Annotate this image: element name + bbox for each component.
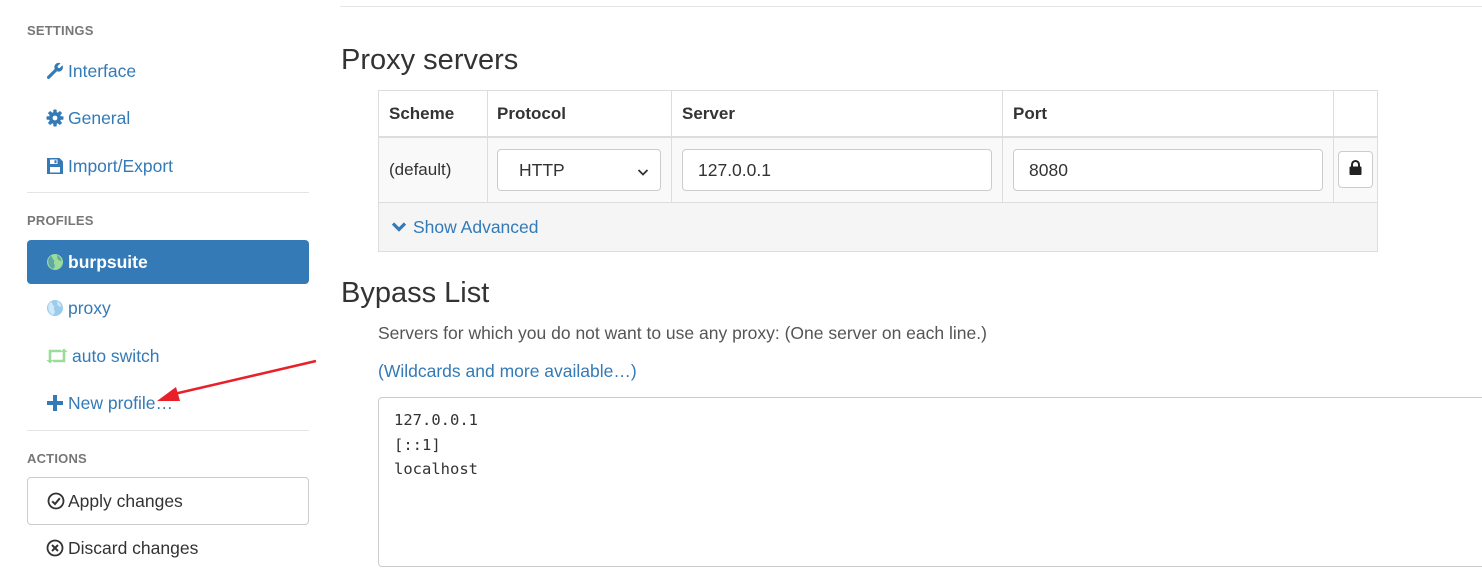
new-profile-button[interactable]: New profile… bbox=[27, 381, 309, 425]
sidebar-divider bbox=[27, 430, 309, 431]
sidebar-item-import-export[interactable]: Import/Export bbox=[27, 144, 309, 188]
plus-icon bbox=[45, 393, 65, 413]
lock-icon bbox=[1349, 159, 1362, 180]
sidebar-item-label: proxy bbox=[68, 297, 111, 318]
protocol-select-value: HTTP bbox=[519, 159, 565, 180]
sidebar-item-interface[interactable]: Interface bbox=[27, 49, 309, 93]
sidebar-item-burpsuite[interactable]: burpsuite bbox=[27, 240, 309, 284]
bypass-description: Servers for which you do not want to use… bbox=[378, 323, 987, 343]
apply-changes-label: Apply changes bbox=[68, 490, 183, 511]
bypass-line: [::1] bbox=[394, 435, 441, 454]
sidebar-item-label: General bbox=[68, 107, 131, 128]
column-divider bbox=[487, 91, 488, 203]
sidebar-item-proxy[interactable]: proxy bbox=[27, 286, 309, 330]
globe-icon bbox=[45, 252, 65, 272]
discard-changes-button[interactable]: Discard changes bbox=[27, 526, 309, 570]
globe-icon bbox=[45, 298, 65, 318]
column-header-port: Port bbox=[1013, 104, 1047, 123]
apply-changes-button[interactable]: Apply changes bbox=[27, 477, 309, 525]
check-circle-icon bbox=[46, 491, 66, 511]
sidebar: SETTINGS Interface General Import/Export… bbox=[0, 0, 330, 558]
protocol-select[interactable]: HTTP bbox=[497, 149, 661, 191]
settings-heading: SETTINGS bbox=[27, 23, 94, 38]
bypass-line: 127.0.0.1 bbox=[394, 411, 478, 429]
retweet-icon bbox=[45, 346, 69, 366]
chevron-down-icon bbox=[391, 220, 407, 234]
wildcards-link[interactable]: (Wildcards and more available…) bbox=[378, 361, 637, 382]
sidebar-item-auto-switch[interactable]: auto switch bbox=[27, 334, 309, 378]
sidebar-item-label: auto switch bbox=[72, 345, 160, 366]
column-header-protocol: Protocol bbox=[497, 104, 566, 123]
bypass-list-title: Bypass List bbox=[341, 277, 490, 309]
column-divider bbox=[671, 91, 672, 203]
server-input[interactable]: 127.0.0.1 bbox=[682, 149, 992, 191]
sidebar-item-label: New profile… bbox=[68, 392, 174, 413]
actions-heading: ACTIONS bbox=[27, 451, 87, 466]
bypass-list-textarea[interactable]: 127.0.0.1 [::1] localhost bbox=[378, 397, 1482, 567]
floppy-disk-icon bbox=[45, 156, 65, 176]
profiles-heading: PROFILES bbox=[27, 213, 94, 228]
chevron-down-icon bbox=[636, 163, 650, 184]
show-advanced-label: Show Advanced bbox=[413, 216, 539, 237]
proxy-servers-title: Proxy servers bbox=[341, 44, 519, 76]
server-input-value: 127.0.0.1 bbox=[698, 159, 771, 180]
top-divider bbox=[340, 6, 1482, 7]
lock-button[interactable] bbox=[1338, 151, 1373, 188]
discard-changes-label: Discard changes bbox=[68, 537, 199, 558]
sidebar-item-label: Interface bbox=[68, 60, 137, 81]
port-input[interactable]: 8080 bbox=[1013, 149, 1323, 191]
column-divider bbox=[1002, 91, 1003, 203]
gear-icon bbox=[45, 108, 65, 128]
column-divider bbox=[1333, 91, 1334, 203]
sidebar-item-label: burpsuite bbox=[68, 251, 148, 272]
scheme-cell: (default) bbox=[389, 160, 452, 179]
column-header-scheme: Scheme bbox=[389, 104, 455, 123]
wrench-icon bbox=[45, 61, 65, 81]
column-header-server: Server bbox=[682, 104, 735, 123]
bypass-line: localhost bbox=[394, 460, 478, 478]
sidebar-item-label: Import/Export bbox=[68, 155, 174, 176]
show-advanced-toggle[interactable]: Show Advanced bbox=[379, 203, 1377, 251]
sidebar-item-general[interactable]: General bbox=[27, 96, 309, 140]
port-input-value: 8080 bbox=[1029, 159, 1068, 180]
proxy-servers-table: Scheme Protocol Server Port (default) HT… bbox=[378, 90, 1378, 252]
sidebar-divider bbox=[27, 192, 309, 193]
close-circle-icon bbox=[45, 538, 65, 558]
